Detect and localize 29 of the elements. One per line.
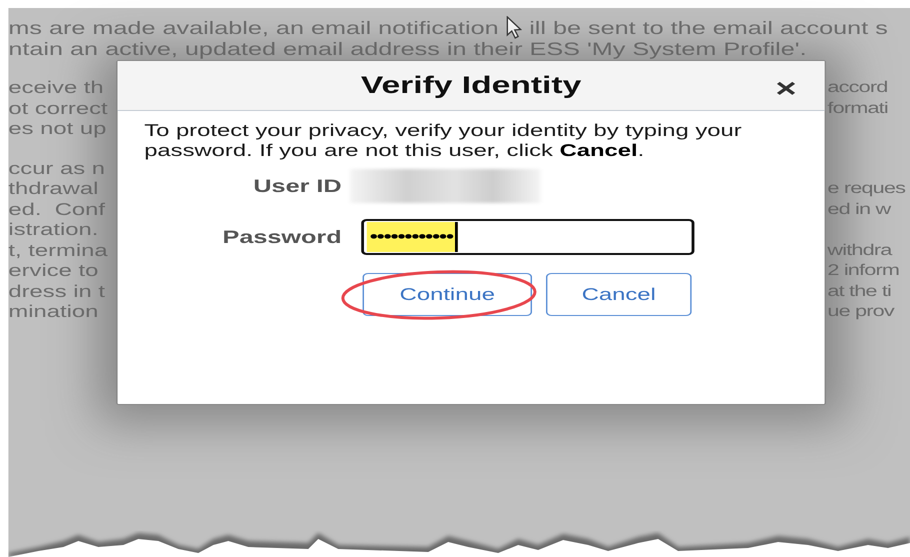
cancel-button[interactable]: Cancel bbox=[546, 273, 692, 316]
page-text: ed. Conf bbox=[8, 200, 106, 220]
dialog-message: To protect your privacy, verify your identity by typing your password. If you are not this user, click Cancel. bbox=[144, 121, 743, 161]
pointer-icon bbox=[505, 16, 525, 40]
page-text: ot correct bbox=[8, 98, 109, 119]
page-text: ervice to bbox=[8, 261, 100, 282]
page-text: mination bbox=[8, 302, 100, 322]
page-text: ccur as n bbox=[8, 158, 105, 178]
continue-button[interactable]: Continue bbox=[362, 273, 532, 316]
page-text: accord bbox=[826, 78, 889, 98]
field-label: User ID bbox=[252, 176, 342, 196]
page-text: at the ti bbox=[826, 282, 892, 302]
page-text: thdrawal bbox=[8, 179, 100, 200]
page-text: ntain an active, updated email address in their ESS 'My System Profile'. bbox=[8, 38, 807, 58]
password-field[interactable]: •••••••••••• bbox=[361, 219, 694, 255]
page-text: withdra bbox=[826, 240, 893, 260]
page-text: formati bbox=[826, 98, 889, 118]
field-label: Password bbox=[222, 226, 342, 248]
page-text: eceive th bbox=[8, 78, 105, 98]
page-text: ill be sent to the email account s bbox=[529, 18, 888, 38]
close-button[interactable]: × bbox=[772, 75, 800, 101]
page-text: dress in t bbox=[8, 282, 106, 302]
page-text: ed in w bbox=[826, 200, 892, 220]
page-text: es not up bbox=[8, 119, 106, 138]
page-text: t, termina bbox=[8, 240, 109, 261]
dialog-title: Verify Identity bbox=[360, 72, 582, 100]
page-text: ue prov bbox=[826, 302, 896, 322]
page-text: ms are made available, an email notification bbox=[8, 18, 499, 38]
page-text: istration. bbox=[8, 220, 98, 239]
